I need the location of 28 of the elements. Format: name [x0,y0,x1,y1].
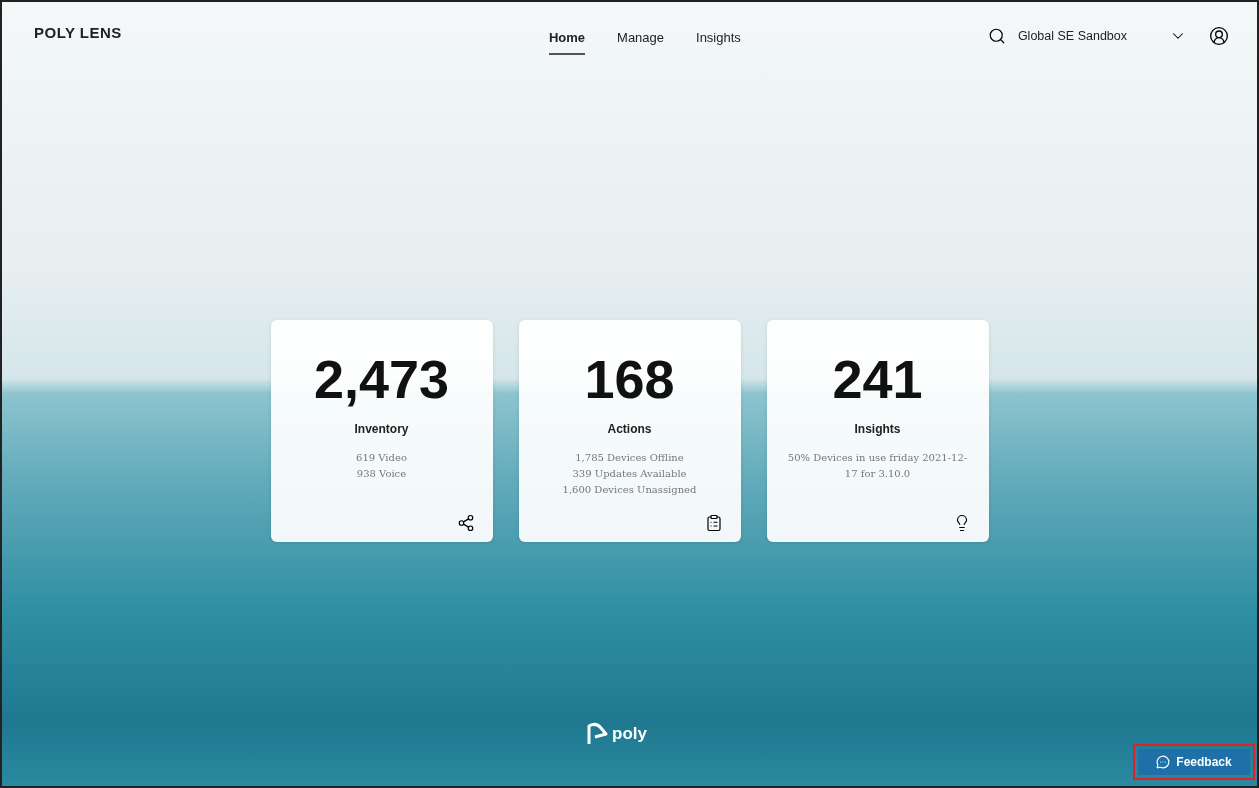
app-logo: POLY LENS [34,24,122,41]
tenant-name[interactable]: Global SE Sandbox [1017,29,1127,43]
nav-tab[interactable]: Home [548,30,586,55]
brand-name: poly [612,724,647,744]
stat-card[interactable]: 2,473 Inventory 619 Video 938 Voice [270,320,493,542]
stat-card[interactable]: 241 Insights 50% Devices in use friday 2021-12-17 for 3.10.0 [766,320,989,542]
stat-value: 168 [584,352,675,406]
stat-detail: 619 Video [356,451,407,465]
stat-detail: 938 Voice [356,467,407,481]
stat-detail: 1,785 Devices Offline [575,451,684,465]
poly-logo-icon [586,722,608,746]
stat-value: 241 [832,352,923,406]
clipboard-icon [704,514,723,532]
stat-detail: 339 Updates Available [572,467,687,481]
chat-icon [1156,755,1171,769]
stat-value: 2,473 [313,352,450,406]
user-icon[interactable] [1209,26,1229,46]
nav-tab[interactable]: Manage [617,30,665,55]
stat-title: Inventory [354,422,409,436]
stat-detail: 1,600 Devices Unassigned [562,483,697,497]
stat-title: Actions [607,422,652,436]
stat-title: Insights [854,422,901,436]
nav-tab[interactable]: Insights [696,30,741,55]
stat-detail: 50% Devices in use friday 2021-12-17 for 3.10.0 [786,451,969,481]
stat-card[interactable]: 168 Actions 1,785 Devices Offline 339 Updates Available 1,600 Devices Unassigned [518,320,741,542]
network-icon [456,514,475,532]
feedback-button[interactable]: Feedback [1138,749,1250,775]
search-icon[interactable] [987,27,1006,45]
